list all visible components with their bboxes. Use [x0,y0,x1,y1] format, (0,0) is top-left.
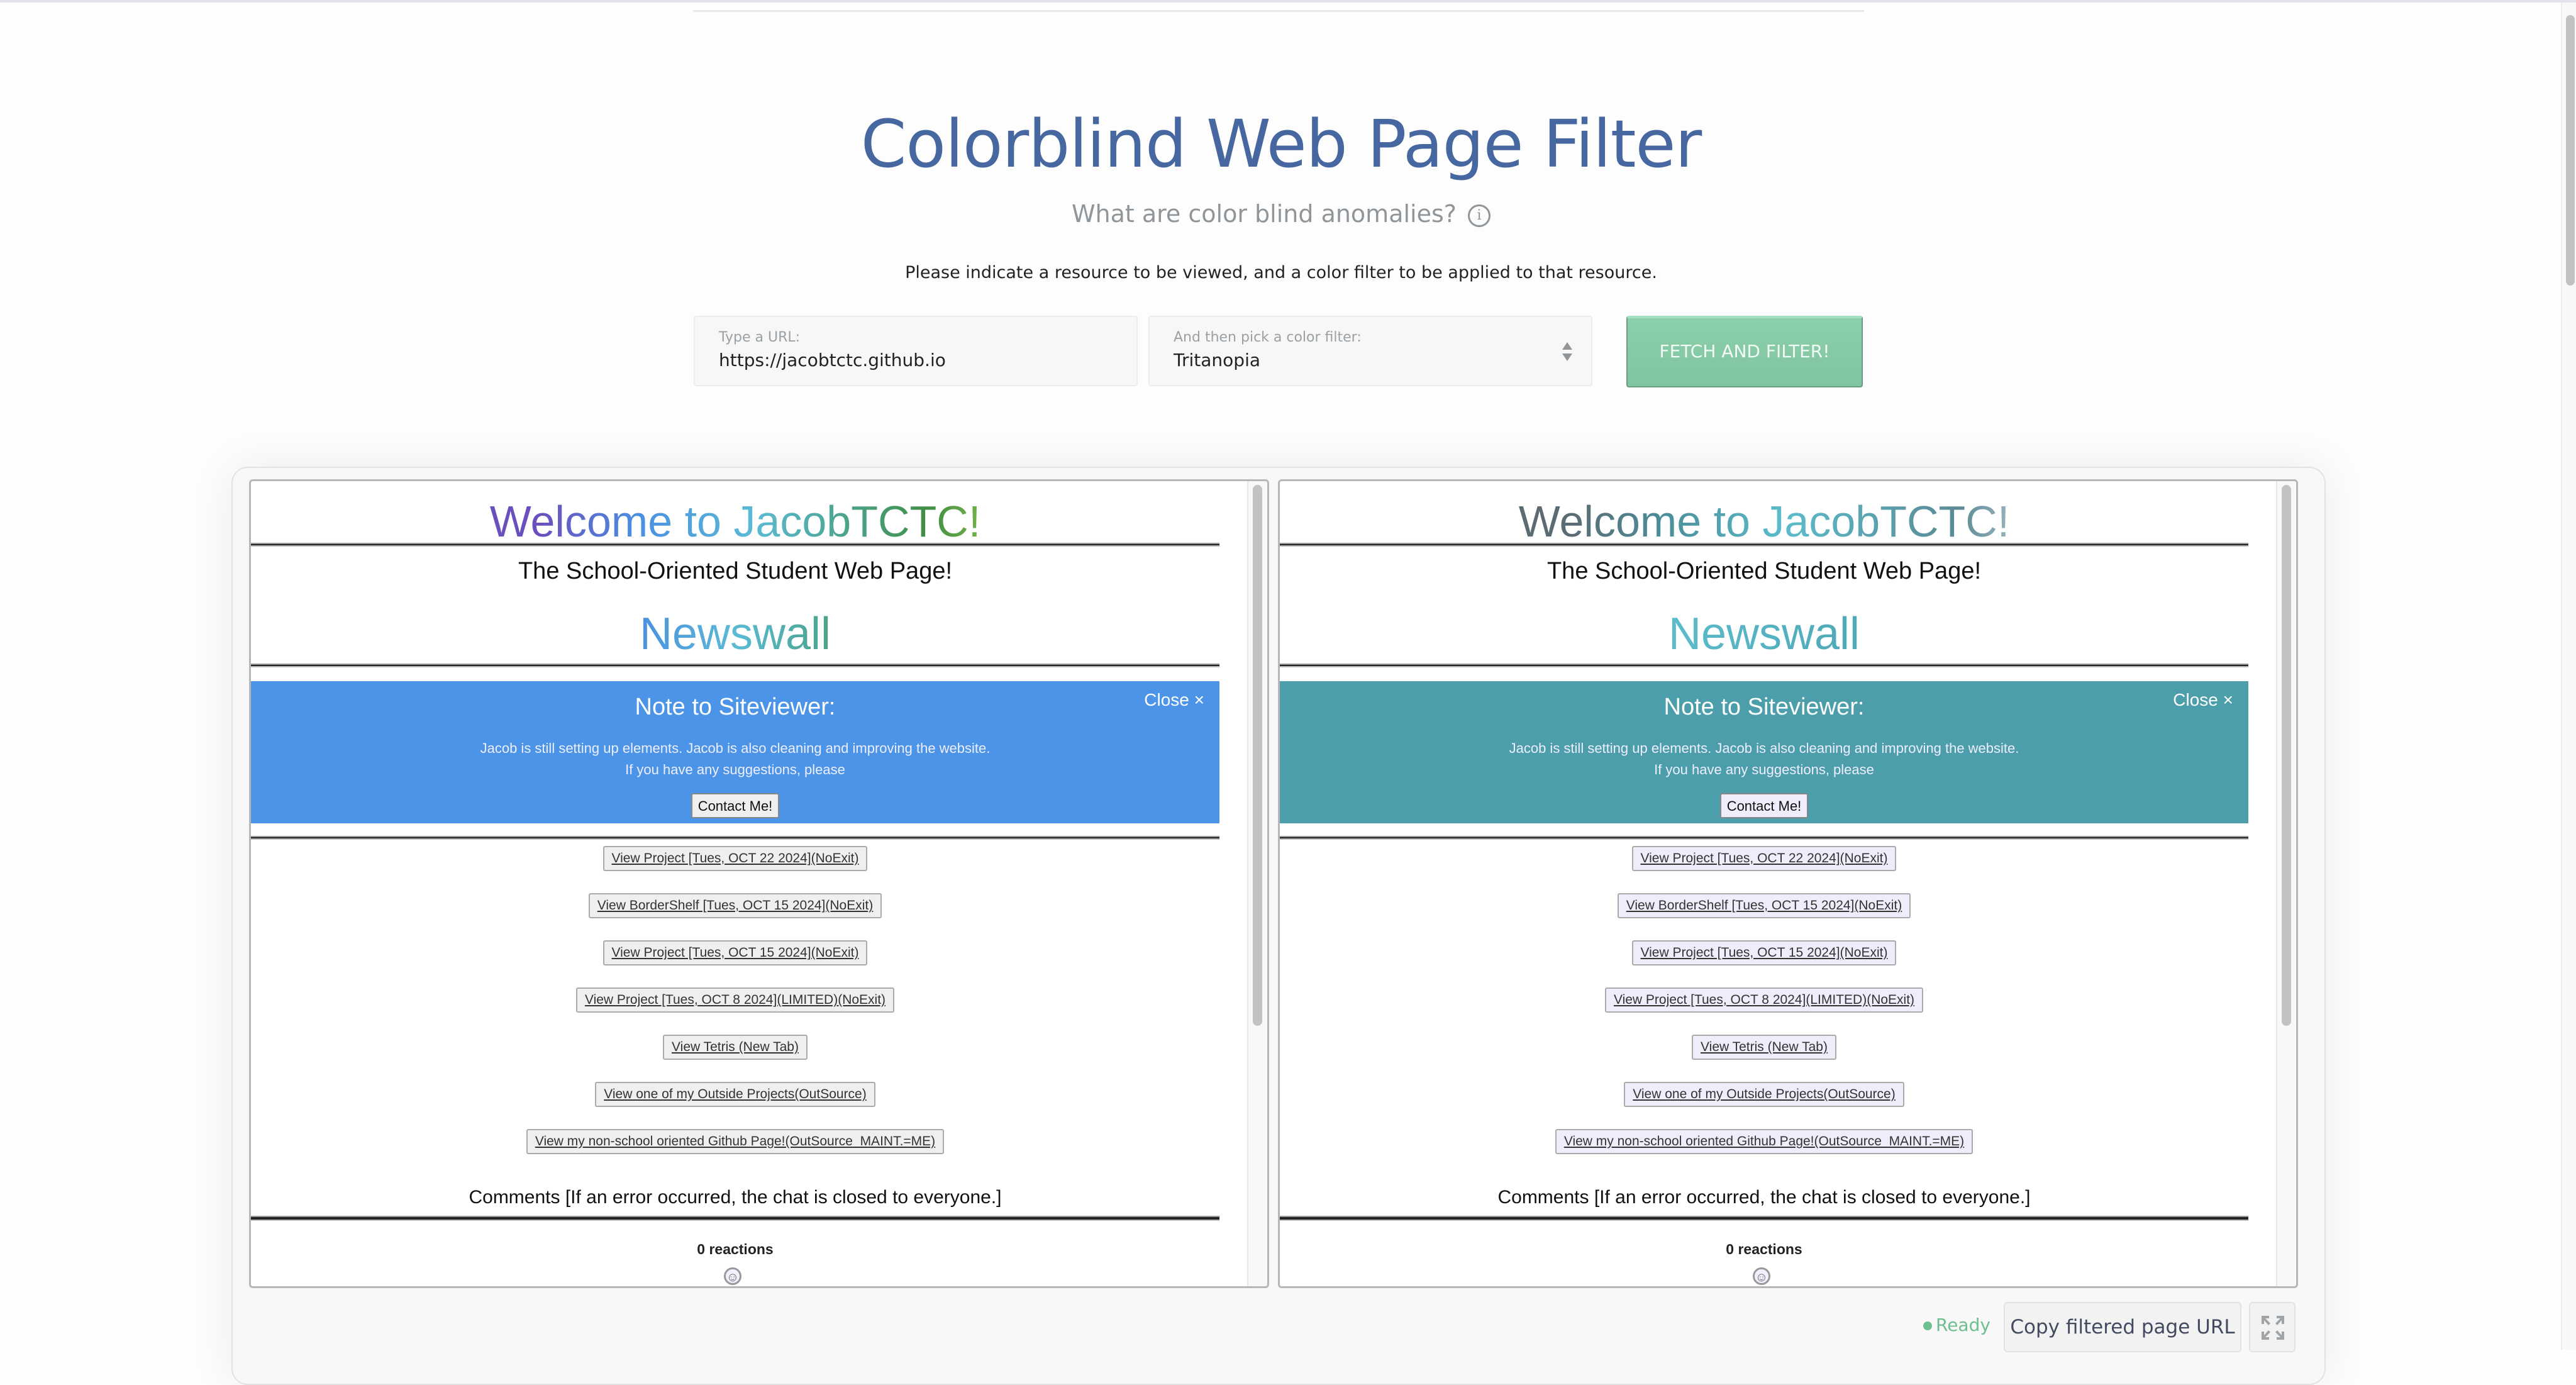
project-link-button[interactable]: View Project [Tues, OCT 15 2024](NoExit) [602,940,868,965]
color-filter-select[interactable]: And then pick a color filter: Tritanopia [1148,316,1592,386]
url-value[interactable]: https://jacobtctc.github.io [719,350,946,370]
page-scrollbar-thumb[interactable] [2566,15,2575,286]
project-link-button[interactable]: View Project [Tues, OCT 8 2024](LIMITED)… [575,987,895,1013]
status-indicator: Ready [1923,1315,1990,1335]
smiley-icon[interactable]: ☺ [724,1267,741,1285]
filtered-page-frame[interactable]: Welcome to JacobTCTC! The School-Oriente… [1278,479,2298,1288]
welcome-heading: Welcome to JacobTCTC! [251,496,1219,547]
divider [1280,836,2248,840]
note-title: Note to Siteviewer: [635,694,836,720]
project-link-button[interactable]: View Project [Tues, OCT 22 2024](NoExit) [1631,846,1897,871]
subtitle-text: What are color blind anomalies? [1071,200,1457,228]
frame-scrollbar[interactable] [2276,481,2296,1286]
project-link-button[interactable]: View BorderShelf [Tues, OCT 15 2024](NoE… [1617,893,1911,918]
fullscreen-button[interactable] [2249,1302,2296,1352]
project-link-button[interactable]: View my non-school oriented Github Page!… [526,1129,945,1154]
project-link-button[interactable]: View my non-school oriented Github Page!… [1555,1129,1974,1154]
header-divider [693,10,1864,12]
reactions-count: 0 reactions [697,1241,774,1257]
page-title: Colorblind Web Page Filter [860,106,1702,182]
frame-scrollbar[interactable] [1247,481,1267,1286]
project-link-button[interactable]: View Project [Tues, OCT 22 2024](NoExit) [602,846,868,871]
fetch-and-filter-button[interactable]: FETCH AND FILTER! [1626,316,1863,387]
instruction-text: Please indicate a resource to be viewed,… [905,263,1657,282]
note-close-button[interactable]: Close × [1144,690,1204,710]
filter-value[interactable]: Tritanopia [1174,350,1260,370]
project-link-button[interactable]: View one of my Outside Projects(OutSourc… [1624,1082,1904,1107]
comments-heading: Comments [If an error occurred, the chat… [1497,1187,2031,1208]
reactions-count: 0 reactions [1726,1241,1802,1257]
comments-heading: Comments [If an error occurred, the chat… [469,1187,1002,1208]
filter-label: And then pick a color filter: [1174,330,1362,345]
project-link-button[interactable]: View BorderShelf [Tues, OCT 15 2024](NoE… [588,893,882,918]
note-text: If you have any suggestions, please [625,762,845,777]
note-text: Jacob is still setting up elements. Jaco… [1509,740,2019,756]
divider [1280,664,2248,667]
divider [1280,543,2248,547]
frame-scrollbar-thumb[interactable] [1253,485,1262,1026]
contact-button[interactable]: Contact Me! [1720,793,1808,818]
note-text: Jacob is still setting up elements. Jaco… [480,740,991,756]
note-text: If you have any suggestions, please [1654,762,1874,777]
tagline: The School-Oriented Student Web Page! [1546,558,1982,584]
divider [1280,1216,2248,1221]
status-dot-icon [1923,1321,1932,1330]
url-label: Type a URL: [719,330,801,345]
note-banner: Note to Siteviewer: Close × Jacob is sti… [1280,681,2248,823]
color-blind-anomalies-link[interactable]: What are color blind anomalies? i [0,200,2562,228]
divider [251,1216,1219,1221]
page-scrollbar[interactable] [2561,3,2576,1350]
note-close-button[interactable]: Close × [2173,690,2233,710]
contact-button[interactable]: Contact Me! [691,793,779,818]
frame-scrollbar-thumb[interactable] [2282,485,2291,1026]
note-banner: Note to Siteviewer: Close × Jacob is sti… [251,681,1219,823]
project-link-button[interactable]: View one of my Outside Projects(OutSourc… [595,1082,875,1107]
browser-top-bar [0,0,2576,3]
project-link-button[interactable]: View Project [Tues, OCT 15 2024](NoExit) [1631,940,1897,965]
tagline: The School-Oriented Student Web Page! [518,558,953,584]
note-title: Note to Siteviewer: [1663,694,1865,720]
newswall-heading: Newswall [1280,608,2248,660]
project-link-button[interactable]: View Tetris (New Tab) [1692,1035,1836,1060]
url-input[interactable]: Type a URL: https://jacobtctc.github.io [694,316,1138,386]
project-link-button[interactable]: View Project [Tues, OCT 8 2024](LIMITED)… [1604,987,1924,1013]
status-text: Ready [1936,1315,1990,1335]
newswall-heading: Newswall [251,608,1219,660]
copy-filtered-url-button[interactable]: Copy filtered page URL [2004,1302,2241,1352]
project-link-button[interactable]: View Tetris (New Tab) [663,1035,808,1060]
select-arrows-icon [1562,342,1572,361]
info-icon[interactable]: i [1468,204,1491,227]
expand-icon [2262,1316,2284,1340]
divider [251,664,1219,667]
divider [251,836,1219,840]
divider [251,543,1219,547]
welcome-heading: Welcome to JacobTCTC! [1280,496,2248,547]
original-page-frame[interactable]: Welcome to JacobTCTC! The School-Oriente… [249,479,1269,1288]
smiley-icon[interactable]: ☺ [1753,1267,1770,1285]
